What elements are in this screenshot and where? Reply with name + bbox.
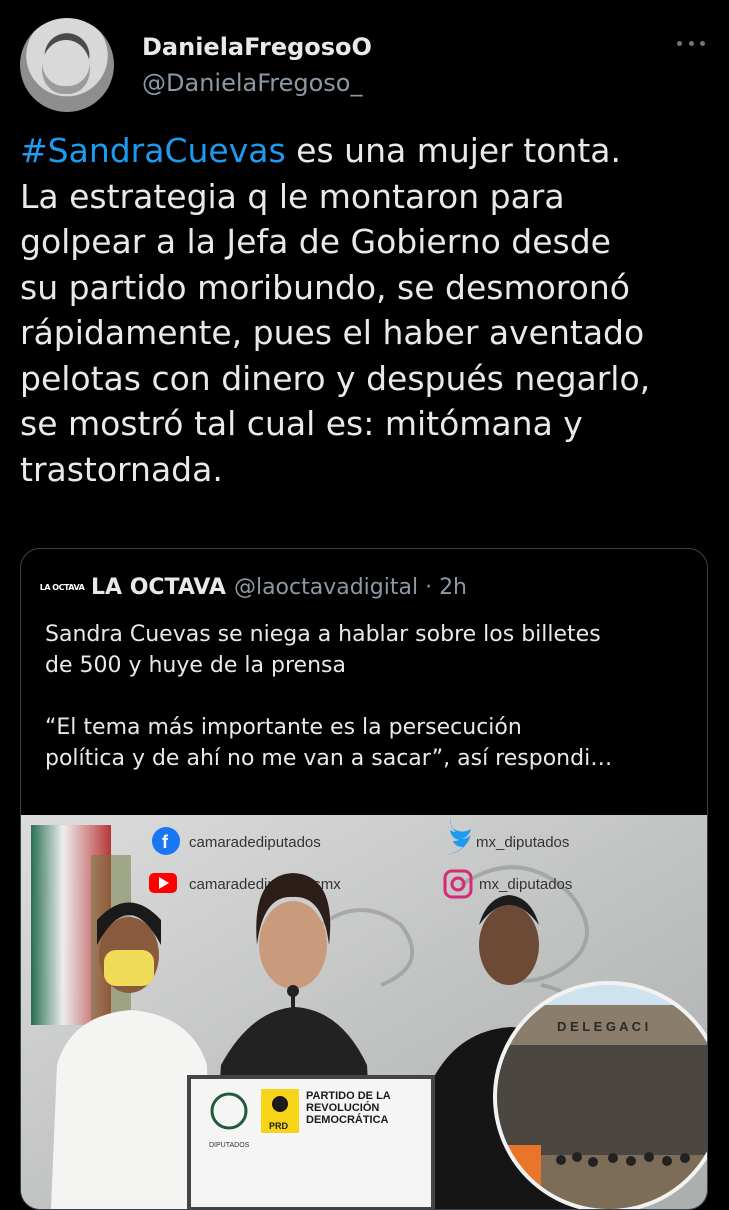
facebook-icon: f [152,827,180,855]
author-display-name[interactable]: DanielaFregosoO [142,32,372,62]
quoted-tweet[interactable]: LA OCTAVA LA OCTAVA @laoctavadigital · 2… [20,548,708,1210]
quoted-tweet-header: LA OCTAVA LA OCTAVA @laoctavadigital · 2… [39,571,467,603]
author-avatar[interactable] [20,18,114,112]
twitter-handle: mx_diputados [476,834,569,851]
tweet-text: #SandraCuevas es una mujer tonta. La est… [20,128,710,492]
more-options-icon[interactable] [677,34,705,52]
inset-sign-text: D E L E G A C I [557,1019,648,1034]
hashtag-link[interactable]: #SandraCuevas [20,131,286,170]
author-names: DanielaFregosoO @DanielaFregoso_ [142,32,372,98]
quoted-tweet-text: Sandra Cuevas se niega a hablar sobre lo… [45,622,613,771]
podium: DIPUTADOS PRD PARTIDO DE LA REVOLUCIÓN D… [187,1075,435,1209]
tweet-body: es una mujer tonta. La estrategia q le m… [20,131,651,489]
youtube-icon [149,873,177,893]
podium-seal-text: DIPUTADOS [209,1142,250,1149]
tweet-header: DanielaFregosoO @DanielaFregoso_ [20,18,709,114]
author-handle[interactable]: @DanielaFregoso_ [142,68,372,98]
svg-text:f: f [162,832,169,852]
instagram-handle: mx_diputados [479,876,572,893]
facebook-handle: camaradediputados [189,834,321,851]
press-conference-image: f camaradediputados camaradediputadosmx … [21,815,707,1209]
quoted-media-image[interactable]: f camaradediputados camaradediputadosmx … [21,815,707,1209]
prd-badge: PRD [269,1121,289,1131]
podium-title: PARTIDO DE LA REVOLUCIÓN DEMOCRÁTICA [306,1090,393,1126]
quoted-display-name[interactable]: LA OCTAVA [91,575,226,600]
quoted-handle-time[interactable]: @laoctavadigital · 2h [234,575,467,600]
la-octava-logo: LA OCTAVA [39,581,85,593]
